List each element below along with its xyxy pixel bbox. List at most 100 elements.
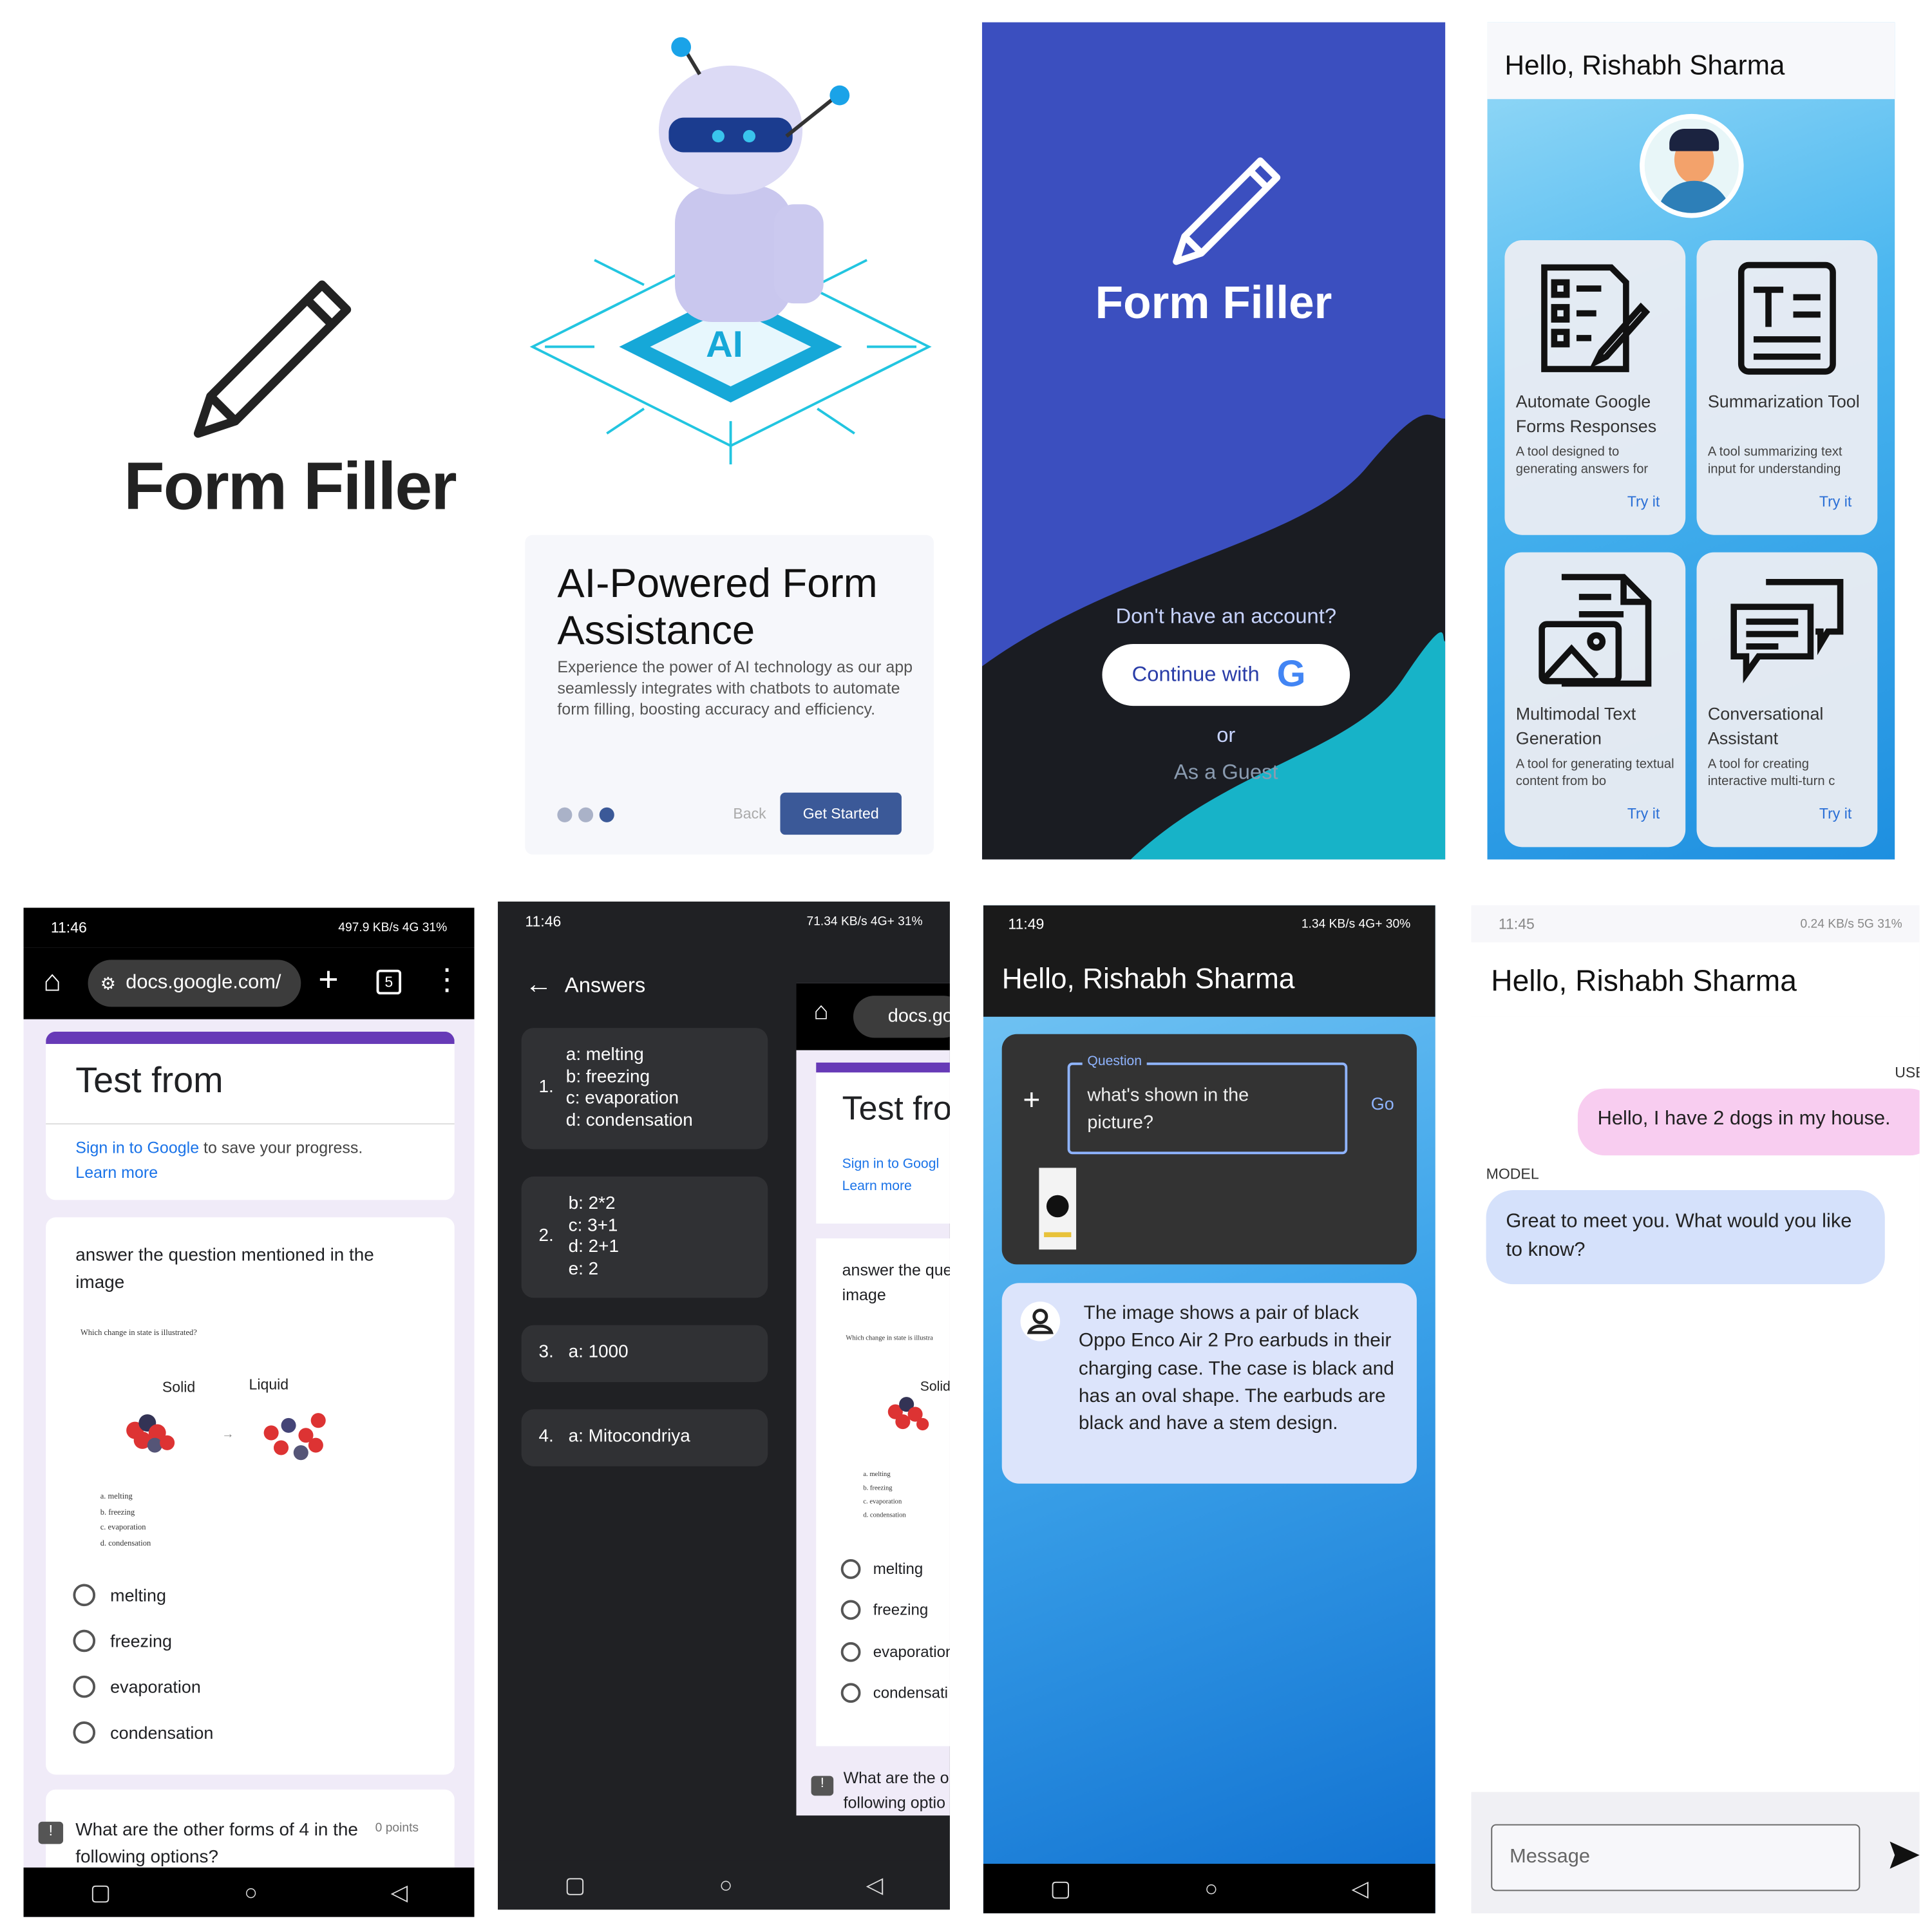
tab-switcher-button[interactable]: 5 xyxy=(376,969,402,995)
tile-summarization[interactable]: Summarization Tool A tool summarizing te… xyxy=(1696,240,1878,535)
answer-line: a: Mitocondriya xyxy=(568,1426,690,1447)
status-icons: 0.24 KB/s 5G 31% xyxy=(1800,916,1902,931)
radio-circle[interactable] xyxy=(73,1721,96,1743)
app-name: Form Filler xyxy=(124,450,457,524)
radio-option[interactable]: evaporation xyxy=(73,1663,213,1709)
send-icon[interactable] xyxy=(1889,1841,1920,1869)
avatar[interactable] xyxy=(1640,113,1744,218)
radio-circle[interactable] xyxy=(73,1629,96,1652)
try-it-link[interactable]: Try it xyxy=(1819,493,1852,510)
more-options-icon[interactable]: ⋮ xyxy=(432,962,462,998)
tile-automate-forms[interactable]: Automate Google Forms Responses A tool d… xyxy=(1504,240,1686,535)
status-icons: 1.34 KB/s 4G+ 30% xyxy=(1301,916,1411,931)
answers-title: Answers xyxy=(564,973,646,998)
nav-bar: ▢ ○ ◁ xyxy=(983,1864,1435,1914)
bg-option-label: evaporation xyxy=(873,1643,950,1661)
back-button[interactable]: Back xyxy=(733,805,766,822)
form-document-icon xyxy=(1541,264,1651,372)
guest-link[interactable]: As a Guest xyxy=(982,761,1445,785)
nav-bar: ▢ ○ ◁ xyxy=(23,1867,475,1917)
go-button[interactable]: Go xyxy=(1371,1094,1394,1113)
radio-label: freezing xyxy=(110,1630,172,1651)
home-icon[interactable]: ⌂ xyxy=(43,965,61,999)
google-signin-button[interactable]: Continue with G xyxy=(1102,643,1350,706)
pencil-icon xyxy=(193,280,352,438)
molecule-illustration xyxy=(887,1397,929,1431)
form-title: Test from xyxy=(75,1061,223,1101)
liquid-label: Liquid xyxy=(249,1376,289,1394)
try-it-link[interactable]: Try it xyxy=(1627,493,1660,510)
answer-lines: a: melting b: freezing c: evaporation d:… xyxy=(566,1045,693,1132)
report-icon[interactable]: ! xyxy=(38,1821,64,1844)
new-tab-icon[interactable]: + xyxy=(318,960,338,999)
radio-circle[interactable] xyxy=(73,1674,96,1698)
home-icon: ⌂ xyxy=(813,998,829,1026)
image-caption: Which change in state is illustrated? xyxy=(80,1329,197,1338)
recents-icon[interactable]: ▢ xyxy=(1050,1875,1071,1901)
back-nav-icon[interactable]: ◁ xyxy=(1352,1875,1369,1901)
logo-panel: Form Filler xyxy=(0,0,496,880)
bg-image-option: b. freezing xyxy=(863,1484,893,1493)
url-bar[interactable]: ⚙ docs.google.com/ xyxy=(88,960,301,1007)
or-divider: or xyxy=(1217,723,1236,747)
options-list: melting freezing evaporation condensatio… xyxy=(73,1571,213,1755)
chip-label: AI xyxy=(706,324,743,365)
add-image-icon[interactable]: + xyxy=(1023,1084,1040,1119)
bg-question-card: answer the que image Which change in sta… xyxy=(816,1238,950,1747)
composer: Message xyxy=(1471,1792,1920,1914)
radio-option[interactable]: freezing xyxy=(73,1617,213,1663)
try-it-link[interactable]: Try it xyxy=(1819,805,1852,822)
answer-line: c: 3+1 xyxy=(568,1215,618,1236)
chat-greeting: Hello, Rishabh Sharma xyxy=(1491,965,1797,998)
back-nav-icon[interactable]: ◁ xyxy=(866,1872,884,1898)
answer-line: d: 2+1 xyxy=(568,1237,619,1257)
tile-desc: A tool for generating textual content fr… xyxy=(1515,756,1674,789)
tile-title: Conversational Assistant xyxy=(1707,703,1824,748)
home-panel: Hello, Rishabh Sharma Automate Google Fo… xyxy=(1487,22,1895,860)
bg-image-option: d. condensation xyxy=(863,1511,906,1520)
try-it-link[interactable]: Try it xyxy=(1627,805,1660,822)
bg-question: answer the que xyxy=(842,1260,950,1280)
question-panel: + Question what's shown in the picture? … xyxy=(1001,1034,1417,1265)
tile-multimodal[interactable]: Multimodal Text Generation A tool for ge… xyxy=(1504,552,1686,848)
home-nav-icon[interactable]: ○ xyxy=(719,1872,733,1898)
question-text: What are the other forms of 4 in the fol… xyxy=(75,1820,358,1868)
get-started-button[interactable]: Get Started xyxy=(780,792,902,835)
radio-option[interactable]: melting xyxy=(73,1571,213,1617)
back-nav-icon[interactable]: ◁ xyxy=(391,1879,408,1905)
recents-icon[interactable]: ▢ xyxy=(565,1872,586,1898)
tile-desc: A tool designed to generating answers fo… xyxy=(1515,444,1649,477)
question-card: answer the question mentioned in the ima… xyxy=(46,1217,455,1775)
google-logo-icon: G xyxy=(1276,654,1306,695)
question-input[interactable]: what's shown in the picture? xyxy=(1087,1083,1310,1137)
bg-image-options: a. melting b. freezing c. evaporation d.… xyxy=(863,1469,905,1524)
answer-line: a: 1000 xyxy=(568,1342,629,1363)
multimodal-panel: 11:49 1.34 KB/s 4G+ 30% Hello, Rishabh S… xyxy=(983,905,1435,1914)
back-arrow-icon[interactable]: ← xyxy=(525,969,552,1001)
radio-circle[interactable] xyxy=(73,1583,96,1606)
signup-prompt: Don't have an account? xyxy=(1115,604,1337,628)
image-option: a. melting xyxy=(100,1492,133,1501)
question-image: Which change in state is illustrated? So… xyxy=(75,1321,397,1557)
message-input[interactable]: Message xyxy=(1491,1824,1861,1891)
home-nav-icon[interactable]: ○ xyxy=(1204,1875,1218,1901)
learn-more-link[interactable]: Learn more xyxy=(75,1163,158,1182)
text-summary-icon xyxy=(1738,261,1836,375)
bg-image-option: c. evaporation xyxy=(863,1498,902,1506)
signin-link[interactable]: Sign in to Google xyxy=(75,1138,199,1157)
recents-icon[interactable]: ▢ xyxy=(90,1879,111,1905)
nav-bar: ▢ ○ ◁ xyxy=(498,1860,950,1910)
image-thumbnail[interactable] xyxy=(1039,1168,1077,1250)
status-icons: 497.9 KB/s 4G 31% xyxy=(338,920,448,934)
answer-line: c: evaporation xyxy=(565,1088,679,1109)
tile-title: Automate Google Forms Responses xyxy=(1515,391,1657,436)
answer-line: b: freezing xyxy=(565,1066,650,1087)
user-role-label: USE xyxy=(1895,1063,1919,1081)
home-nav-icon[interactable]: ○ xyxy=(244,1879,258,1905)
answer-card: 1. a: melting b: freezing c: evaporation… xyxy=(521,1028,768,1150)
radio-option[interactable]: condensation xyxy=(73,1709,213,1755)
question-field[interactable]: Question what's shown in the picture? xyxy=(1067,1054,1348,1155)
answers-panel: 11:46 71.34 KB/s 4G+ 31% ← Answers ⌂ doc… xyxy=(498,901,950,1910)
url-text: docs.google.com/ xyxy=(126,972,281,994)
tile-conversational[interactable]: Conversational Assistant A tool for crea… xyxy=(1696,552,1878,848)
